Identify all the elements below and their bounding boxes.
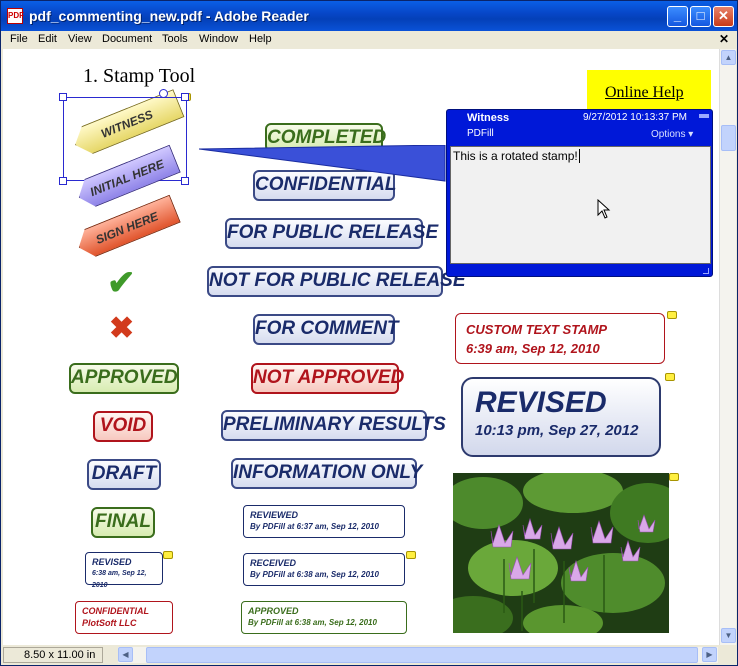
scroll-up-icon[interactable]: ▲	[721, 50, 736, 65]
stamp-title: APPROVED	[248, 606, 299, 616]
approved-small-stamp[interactable]: APPROVED By PDFill at 6:38 am, Sep 12, 2…	[241, 601, 407, 634]
stamp-title: REVISED	[92, 557, 132, 567]
application-window: PDF pdf_commenting_new.pdf - Adobe Reade…	[0, 0, 738, 666]
minimize-button[interactable]: _	[667, 6, 688, 27]
online-help-link[interactable]: Online Help	[605, 84, 684, 102]
text-caret	[578, 149, 580, 163]
title-bar[interactable]: PDF pdf_commenting_new.pdf - Adobe Reade…	[1, 1, 737, 31]
scroll-left-icon[interactable]: ◀	[118, 647, 133, 662]
for-comment-stamp[interactable]: FOR COMMENT	[253, 314, 399, 345]
selection-handle[interactable]	[59, 93, 67, 101]
comment-note-icon[interactable]	[665, 373, 675, 381]
approved-stamp[interactable]: APPROVED	[69, 363, 179, 394]
mouse-cursor-icon	[597, 199, 611, 219]
stamp-title: CUSTOM TEXT STAMP	[466, 322, 608, 337]
custom-text-stamp[interactable]: CUSTOM TEXT STAMP 6:39 am, Sep 12, 2010	[455, 313, 665, 364]
information-only-stamp[interactable]: INFORMATION ONLY	[231, 458, 422, 489]
popup-minimize-icon[interactable]	[699, 114, 709, 118]
stamp-byline: By PDFill at 6:38 am, Sep 12, 2010	[250, 570, 379, 579]
horizontal-scroll-thumb[interactable]	[146, 647, 698, 663]
status-bar: 8.50 x 11.00 in ◀ ▶	[1, 645, 737, 665]
stamp-title: REVIEWED	[250, 510, 299, 520]
pdf-app-icon: PDF	[7, 8, 24, 24]
resize-grip-icon[interactable]	[703, 268, 709, 274]
cross-icon[interactable]: ✖	[109, 311, 134, 346]
checkmark-icon[interactable]: ✔	[107, 263, 136, 303]
chevron-down-icon: ▾	[688, 129, 694, 140]
preliminary-results-stamp[interactable]: PRELIMINARY RESULTS	[221, 410, 446, 441]
menu-tools[interactable]: Tools	[162, 33, 188, 45]
popup-author: Witness	[467, 112, 510, 124]
void-stamp[interactable]: VOID	[93, 411, 153, 442]
stamp-byline: By PDFill at 6:37 am, Sep 12, 2010	[250, 522, 379, 531]
reviewed-small-stamp[interactable]: REVIEWED By PDFill at 6:37 am, Sep 12, 2…	[243, 505, 405, 538]
stamp-title: RECEIVED	[250, 558, 297, 568]
water-lily-image-stamp[interactable]	[453, 473, 669, 633]
revised-large-stamp[interactable]: REVISED 10:13 pm, Sep 27, 2012	[461, 377, 661, 457]
sign-here-stamp[interactable]: SIGN HERE	[73, 195, 181, 262]
stamp-date: 6:39 am, Sep 12, 2010	[466, 341, 600, 356]
draft-stamp[interactable]: DRAFT	[87, 459, 161, 490]
not-for-public-release-stamp[interactable]: NOT FOR PUBLIC RELEASE	[207, 266, 466, 297]
menu-view[interactable]: View	[68, 33, 92, 45]
popup-options-menu[interactable]: Options ▾	[651, 129, 693, 140]
selection-handle[interactable]	[181, 177, 189, 185]
rotate-handle[interactable]	[159, 89, 168, 98]
received-small-stamp[interactable]: RECEIVED By PDFill at 6:38 am, Sep 12, 2…	[243, 553, 405, 586]
comment-note-icon[interactable]	[669, 473, 679, 481]
for-public-release-stamp[interactable]: FOR PUBLIC RELEASE	[225, 218, 438, 249]
page-size-readout: 8.50 x 11.00 in	[3, 647, 103, 663]
not-approved-stamp[interactable]: NOT APPROVED	[251, 363, 404, 394]
stamp-date: 10:13 pm, Sep 27, 2012	[475, 422, 639, 439]
popup-text-area[interactable]: This is a rotated stamp!	[450, 146, 711, 264]
menu-help[interactable]: Help	[249, 33, 272, 45]
stamp-title: REVISED	[475, 386, 607, 419]
menu-file[interactable]: File	[10, 33, 28, 45]
comment-note-icon[interactable]	[406, 551, 416, 559]
menu-bar: File Edit View Document Tools Window Hel…	[1, 31, 737, 49]
comment-popup[interactable]: Witness 9/27/2012 10:13:37 PM PDFill Opt…	[446, 109, 713, 277]
stamp-byline: By PDFill at 6:38 am, Sep 12, 2010	[248, 618, 377, 627]
comment-note-icon[interactable]	[667, 311, 677, 319]
selection-handle[interactable]	[181, 93, 189, 101]
vertical-scroll-thumb[interactable]	[721, 125, 736, 151]
final-stamp[interactable]: FINAL	[91, 507, 155, 538]
popup-date: 9/27/2012 10:13:37 PM	[583, 112, 687, 123]
close-button[interactable]: ✕	[713, 6, 734, 27]
popup-connector	[199, 145, 446, 182]
comment-note-icon[interactable]	[163, 551, 173, 559]
section-heading: 1. Stamp Tool	[83, 65, 196, 87]
popup-note-text: This is a rotated stamp!	[453, 149, 578, 163]
horizontal-scrollbar[interactable]: ◀ ▶	[118, 647, 718, 663]
options-label: Options	[651, 129, 686, 140]
scroll-down-icon[interactable]: ▼	[721, 628, 736, 643]
document-page[interactable]: 1. Stamp Tool Online Help WITNESS INITIA…	[3, 49, 719, 645]
revised-small-stamp[interactable]: REVISED 6:38 am, Sep 12, 2010	[85, 552, 163, 589]
window-title: pdf_commenting_new.pdf - Adobe Reader	[29, 8, 309, 24]
menu-edit[interactable]: Edit	[38, 33, 57, 45]
maximize-button[interactable]: □	[690, 6, 711, 27]
menu-window[interactable]: Window	[199, 33, 238, 45]
close-document-icon[interactable]: ✕	[719, 32, 729, 46]
vertical-scrollbar[interactable]: ▲ ▼	[719, 49, 736, 645]
scroll-right-icon[interactable]: ▶	[702, 647, 717, 662]
confidential-plotsoft-stamp[interactable]: CONFIDENTIAL PlotSoft LLC	[75, 601, 173, 634]
popup-subject: PDFill	[467, 128, 494, 139]
stamp-date: 6:38 am, Sep 12, 2010	[92, 570, 147, 589]
stamp-title: CONFIDENTIAL	[82, 606, 149, 616]
menu-document[interactable]: Document	[102, 33, 152, 45]
selection-handle[interactable]	[59, 177, 67, 185]
stamp-company: PlotSoft LLC	[82, 618, 137, 628]
